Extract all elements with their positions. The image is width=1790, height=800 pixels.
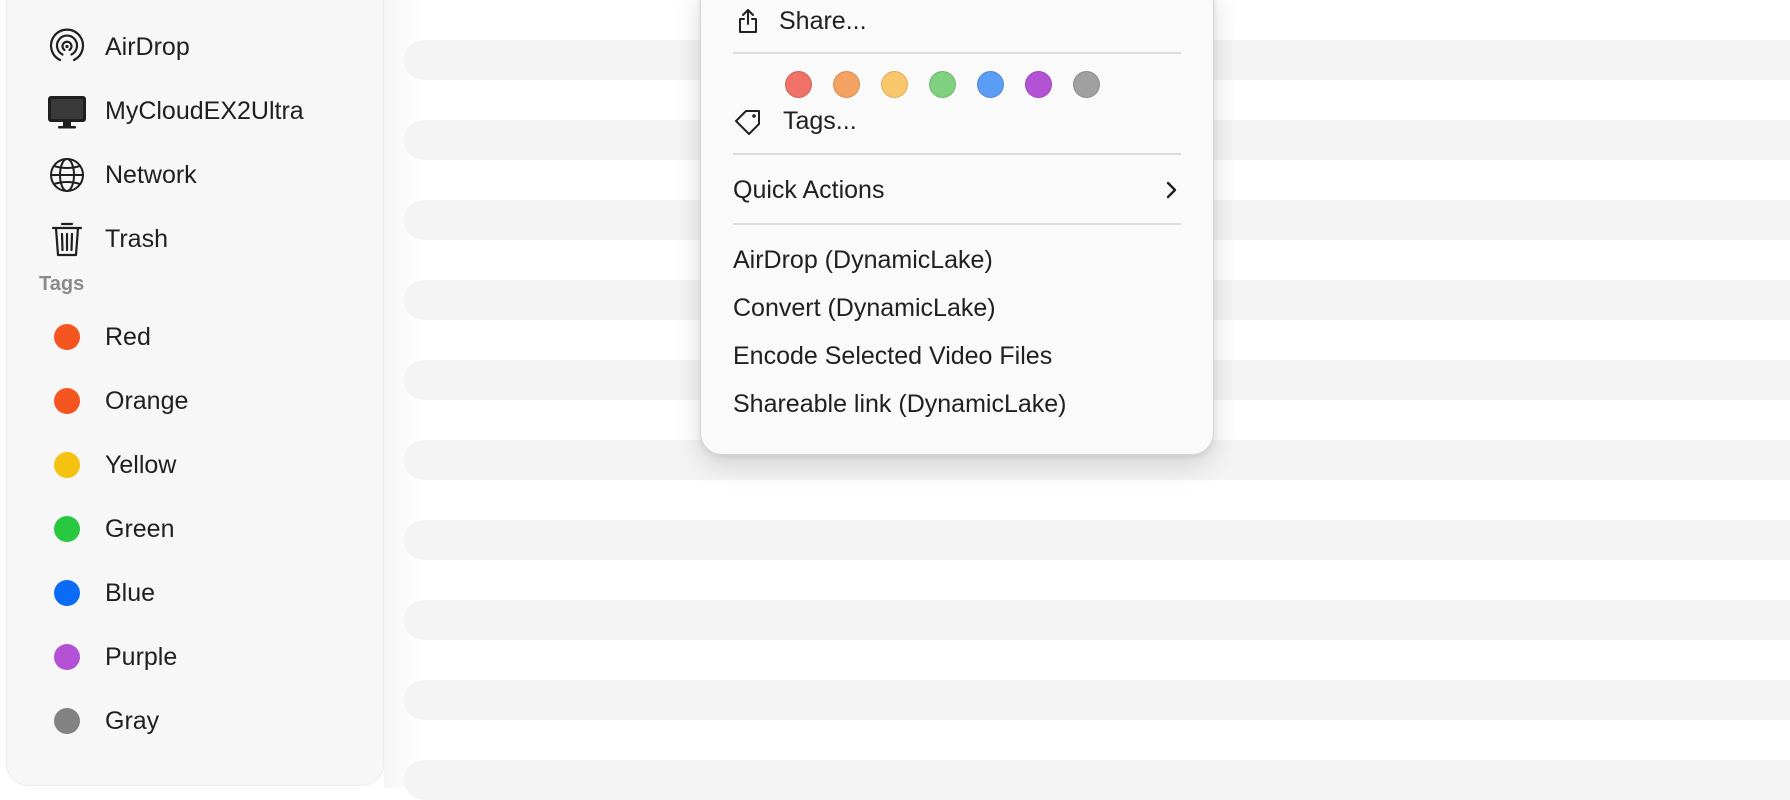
tag-color-green[interactable] [929, 70, 956, 98]
airdrop-icon [45, 25, 89, 69]
sidebar-item-mycloudex2ultra[interactable]: MyCloudEX2Ultra [45, 89, 304, 133]
sidebar-item-label: Gray [105, 706, 160, 735]
menu-separator [733, 223, 1181, 225]
sidebar-item-label: Purple [105, 642, 178, 671]
tag-dot-icon [54, 580, 80, 606]
tag-dot-icon [54, 516, 80, 542]
sidebar-tag-purple[interactable]: Purple [45, 635, 177, 679]
tag-color-red[interactable] [785, 70, 812, 98]
sidebar-item-label: MyCloudEX2Ultra [105, 96, 304, 125]
sidebar-item-label: Red [105, 322, 151, 351]
sidebar-item-label: Network [105, 160, 197, 189]
tags-section-header: Tags [39, 273, 85, 295]
globe-icon [45, 153, 89, 197]
menu-item-shareable-link[interactable]: Shareable link (DynamicLake) [701, 382, 1213, 426]
sidebar-item-trash[interactable]: Trash [45, 217, 168, 261]
tag-icon [733, 106, 763, 136]
menu-item-label: Share... [779, 6, 867, 35]
sidebar-item-airdrop[interactable]: AirDrop [45, 25, 190, 69]
tag-dot-icon [54, 708, 80, 734]
menu-item-tags[interactable]: Tags... [701, 99, 1213, 143]
tag-color-gray[interactable] [1073, 70, 1100, 98]
tag-dot-icon [54, 644, 80, 670]
context-menu: Share... Tags... Quick Actions AirDrop (… [700, 0, 1214, 455]
sidebar-item-network[interactable]: Network [45, 153, 197, 197]
list-row-placeholder[interactable] [404, 680, 1790, 720]
sidebar-item-label: Yellow [105, 450, 177, 479]
menu-item-share[interactable]: Share... [701, 0, 1213, 43]
sidebar-tag-green[interactable]: Green [45, 507, 174, 551]
sidebar-item-label: Green [105, 514, 175, 543]
trash-icon [45, 217, 89, 261]
menu-item-label: Encode Selected Video Files [733, 341, 1053, 370]
tag-dot-icon [54, 388, 80, 414]
menu-item-label: Quick Actions [733, 175, 885, 204]
sidebar-tag-orange[interactable]: Orange [45, 379, 188, 423]
menu-separator [733, 52, 1181, 54]
tag-color-yellow[interactable] [881, 70, 908, 98]
tag-color-orange[interactable] [833, 70, 860, 98]
list-row-placeholder[interactable] [404, 520, 1790, 560]
menu-item-convert-dynamiclake[interactable]: Convert (DynamicLake) [701, 286, 1213, 330]
list-row-placeholder[interactable] [404, 600, 1790, 640]
list-row-placeholder[interactable] [404, 760, 1790, 800]
sidebar-item-label: Blue [105, 578, 156, 607]
menu-item-label: Convert (DynamicLake) [733, 293, 996, 322]
sidebar-tag-red[interactable]: Red [45, 315, 151, 359]
sidebar-tag-yellow[interactable]: Yellow [45, 443, 176, 487]
menu-item-quick-actions[interactable]: Quick Actions [701, 168, 1213, 212]
tag-color-purple[interactable] [1025, 70, 1052, 98]
tag-dot-icon [54, 324, 80, 350]
chevron-right-icon [1159, 178, 1183, 202]
display-icon [45, 89, 89, 133]
sidebar: AirDrop MyCloudEX2Ultra Network Trash Ta… [6, 0, 384, 786]
sidebar-item-label: AirDrop [105, 32, 190, 61]
sidebar-item-label: Orange [105, 386, 189, 415]
menu-item-airdrop-dynamiclake[interactable]: AirDrop (DynamicLake) [701, 238, 1213, 282]
menu-item-label: Shareable link (DynamicLake) [733, 389, 1067, 418]
menu-item-label: Tags... [783, 106, 857, 135]
menu-separator [733, 153, 1181, 155]
tag-color-blue[interactable] [977, 70, 1004, 98]
share-icon [733, 6, 763, 36]
sidebar-tag-blue[interactable]: Blue [45, 571, 155, 615]
menu-item-encode-video[interactable]: Encode Selected Video Files [701, 334, 1213, 378]
tag-color-picker [785, 69, 1121, 99]
tag-dot-icon [54, 452, 80, 478]
sidebar-tag-gray[interactable]: Gray [45, 699, 159, 743]
sidebar-item-label: Trash [105, 224, 168, 253]
menu-item-label: AirDrop (DynamicLake) [733, 245, 993, 274]
